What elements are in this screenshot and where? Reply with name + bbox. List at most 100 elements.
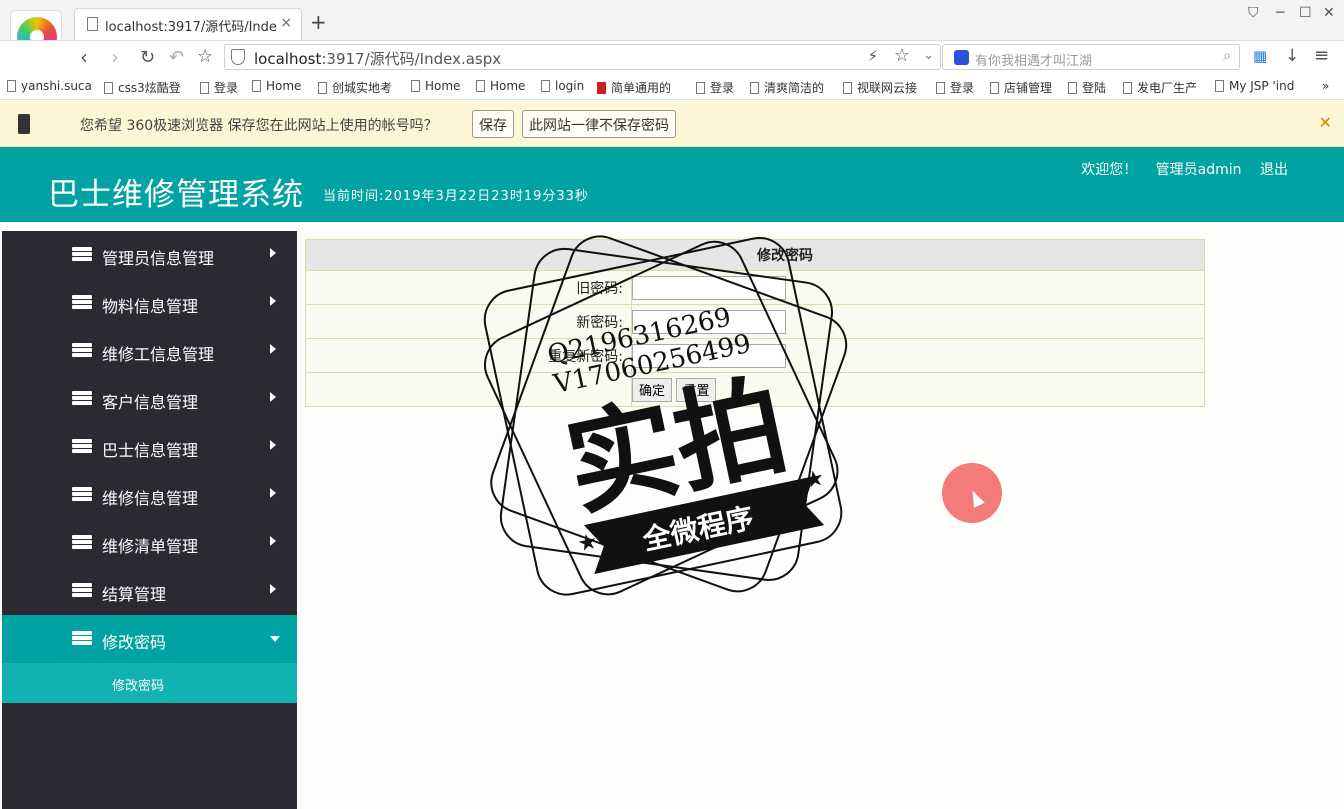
sidebar-item-mechanic[interactable]: 维修工信息管理 bbox=[2, 327, 297, 375]
sidebar: 管理员信息管理 物料信息管理 维修工信息管理 客户信息管理 巴士信息管理 维修信… bbox=[2, 231, 297, 809]
sidebar-item-password[interactable]: 修改密码 bbox=[2, 615, 297, 663]
sidebar-item-material[interactable]: 物料信息管理 bbox=[2, 279, 297, 327]
logout-link[interactable]: 退出 bbox=[1260, 162, 1288, 178]
bookmark-item[interactable]: css3炫酷登 bbox=[104, 79, 188, 96]
bookmark-item[interactable]: Home bbox=[252, 79, 310, 93]
sidebar-item-bus[interactable]: 巴士信息管理 bbox=[2, 423, 297, 471]
apps-grid-icon[interactable]: ▦ bbox=[1253, 47, 1267, 65]
search-placeholder: 有你我相遇才叫江湖 bbox=[975, 54, 1093, 69]
address-bar[interactable]: localhost:3917/源代码/Index.aspx ⚡ ☆ ⌄ bbox=[224, 44, 941, 70]
header-links: 欢迎您！ 管理员admin 退出 bbox=[1067, 159, 1288, 179]
bookmark-item[interactable]: 清爽简洁的 bbox=[750, 79, 830, 96]
sidebar-item-settlement[interactable]: 结算管理 bbox=[2, 567, 297, 615]
infobar-close-icon[interactable]: ✕ bbox=[1319, 113, 1332, 132]
bookmark-item[interactable]: 登录 bbox=[200, 79, 248, 96]
bookmark-item[interactable]: login bbox=[541, 79, 591, 93]
sidebar-item-label: 客户信息管理 bbox=[102, 393, 199, 412]
bookmark-item[interactable]: yanshi.suca bbox=[7, 79, 91, 93]
browser-tab[interactable]: localhost:3917/源代码/Index.aspx × bbox=[74, 8, 302, 40]
menu-icon[interactable]: ≡ bbox=[1314, 45, 1329, 66]
sidebar-item-customer[interactable]: 客户信息管理 bbox=[2, 375, 297, 423]
bookmark-item[interactable]: 登陆 bbox=[1068, 79, 1114, 96]
old-password-input[interactable] bbox=[632, 275, 786, 300]
sidebar-item-label: 修改密码 bbox=[102, 633, 167, 652]
new-password-input[interactable] bbox=[632, 309, 786, 334]
layers-icon bbox=[72, 487, 92, 501]
sidebar-item-repair-list[interactable]: 维修清单管理 bbox=[2, 519, 297, 567]
skin-icon[interactable]: ⛉ bbox=[1248, 5, 1259, 21]
layers-icon bbox=[72, 439, 92, 453]
chevron-right-icon bbox=[270, 296, 276, 306]
tab-title: localhost:3917/源代码/Index.aspx bbox=[105, 20, 277, 35]
search-icon[interactable]: ⌕ bbox=[1223, 48, 1231, 64]
form-actions-spacer bbox=[305, 372, 632, 407]
maximize-button[interactable]: ☐ bbox=[1299, 5, 1312, 21]
bookmark-item[interactable]: Home bbox=[476, 79, 532, 93]
new-tab-button[interactable]: + bbox=[310, 10, 327, 34]
change-password-form: 修改密码 旧密码: 新密码: 重复新密码: 确定 重置 bbox=[305, 239, 1205, 407]
bookmark-item[interactable]: My JSP 'ind bbox=[1215, 79, 1301, 93]
chevron-right-icon bbox=[270, 488, 276, 498]
bookmarks-more-icon[interactable]: » bbox=[1322, 79, 1336, 93]
reset-button[interactable]: 重置 bbox=[676, 377, 717, 402]
undo-icon[interactable]: ↶ bbox=[169, 47, 184, 68]
chevron-down-icon bbox=[270, 636, 280, 642]
layers-icon bbox=[72, 295, 92, 309]
never-save-button[interactable]: 此网站一律不保存密码 bbox=[522, 110, 676, 138]
baidu-icon bbox=[954, 50, 969, 65]
submenu-item-label: 修改密码 bbox=[112, 679, 165, 694]
submit-button[interactable]: 确定 bbox=[632, 377, 673, 402]
minimize-button[interactable]: ─ bbox=[1276, 5, 1284, 21]
chevron-right-icon bbox=[270, 344, 276, 354]
browser-toolbar: ‹ › ↻ ↶ ☆ localhost:3917/源代码/Index.aspx … bbox=[0, 40, 1344, 74]
submenu-item-change-password[interactable]: 修改密码 bbox=[2, 663, 297, 703]
key-icon bbox=[18, 114, 30, 134]
bookmark-item[interactable]: 登录 bbox=[696, 79, 741, 96]
bookmark-star-icon[interactable]: ☆ bbox=[894, 45, 910, 66]
confirm-password-label: 重复新密码: bbox=[305, 338, 632, 373]
current-time: 当前时间:2019年3月22日23时19分33秒 bbox=[323, 189, 589, 204]
layers-icon bbox=[72, 391, 92, 405]
tab-close-icon[interactable]: × bbox=[280, 15, 292, 31]
bookmark-item[interactable]: 简单通用的 bbox=[597, 79, 683, 96]
form-heading: 修改密码 bbox=[305, 239, 1205, 271]
sidebar-item-label: 管理员信息管理 bbox=[102, 249, 215, 268]
sidebar-item-repair[interactable]: 维修信息管理 bbox=[2, 471, 297, 519]
close-window-button[interactable]: ✕ bbox=[1323, 5, 1335, 21]
user-link[interactable]: 管理员admin bbox=[1156, 162, 1242, 178]
forward-icon[interactable]: › bbox=[111, 45, 119, 69]
sidebar-item-admin[interactable]: 管理员信息管理 bbox=[2, 231, 297, 279]
app-title: 巴士维修管理系统 bbox=[48, 177, 304, 213]
save-password-button[interactable]: 保存 bbox=[472, 110, 514, 138]
bookmark-item[interactable]: 店铺管理 bbox=[990, 79, 1060, 96]
bookmark-item[interactable]: 登录 bbox=[936, 79, 982, 96]
bookmarks-bar: yanshi.suca css3炫酷登 登录 Home 创城实地考 Home H… bbox=[0, 74, 1344, 100]
svg-text:★: ★ bbox=[575, 529, 600, 558]
bookmark-item[interactable]: 视联网云接 bbox=[843, 79, 923, 96]
chevron-down-icon[interactable]: ⌄ bbox=[923, 48, 934, 63]
welcome-text: 欢迎您！ bbox=[1081, 162, 1138, 178]
sidebar-item-label: 维修清单管理 bbox=[102, 537, 199, 556]
bookmark-item[interactable]: 发电厂生产 bbox=[1123, 79, 1203, 96]
password-save-infobar: 您希望 360极速浏览器 保存您在此网站上使用的帐号吗？ 保存 此网站一律不保存… bbox=[0, 101, 1344, 147]
chevron-right-icon bbox=[270, 248, 276, 258]
infobar-message: 您希望 360极速浏览器 保存您在此网站上使用的帐号吗？ bbox=[80, 118, 438, 134]
bookmark-item[interactable]: 创城实地考 bbox=[318, 79, 398, 96]
favorite-icon[interactable]: ☆ bbox=[197, 46, 213, 67]
layers-icon bbox=[72, 343, 92, 357]
svg-text:★: ★ bbox=[802, 465, 827, 494]
download-icon[interactable]: ↓ bbox=[1285, 46, 1299, 66]
sidebar-item-label: 维修工信息管理 bbox=[102, 345, 215, 364]
watermark-ribbon: 全微程序 bbox=[639, 501, 756, 557]
sidebar-item-label: 结算管理 bbox=[102, 585, 167, 604]
back-icon[interactable]: ‹ bbox=[80, 45, 88, 69]
search-box[interactable]: 有你我相遇才叫江湖 ⌕ bbox=[942, 44, 1240, 70]
confirm-password-input[interactable] bbox=[632, 343, 786, 368]
reload-icon[interactable]: ↻ bbox=[140, 47, 155, 68]
speed-mode-icon[interactable]: ⚡ bbox=[867, 47, 878, 65]
layers-icon bbox=[72, 583, 92, 597]
new-password-label: 新密码: bbox=[305, 304, 632, 339]
address-url: localhost:3917/源代码/Index.aspx bbox=[254, 50, 502, 68]
old-password-label: 旧密码: bbox=[305, 270, 632, 305]
bookmark-item[interactable]: Home bbox=[411, 79, 467, 93]
